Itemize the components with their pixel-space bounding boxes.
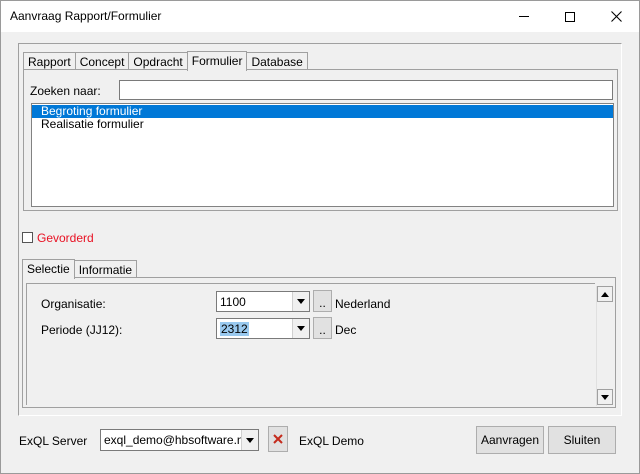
close-icon <box>610 11 622 22</box>
organisatie-combo[interactable]: 1100 <box>216 291 310 312</box>
title-bar: Aanvraag Rapport/Formulier <box>1 1 639 32</box>
chevron-down-icon <box>297 326 305 331</box>
periode-value: 2312 <box>220 322 249 336</box>
advanced-checkbox[interactable] <box>22 232 33 243</box>
vertical-scrollbar[interactable] <box>596 286 613 406</box>
organisatie-browse-button[interactable]: .. <box>313 290 332 312</box>
sub-tab-strip: Selectie Informatie <box>22 258 138 279</box>
main-tab-strip: Rapport Concept Opdracht Formulier Datab… <box>23 50 308 71</box>
tab-rapport[interactable]: Rapport <box>23 52 76 70</box>
maximize-icon <box>565 11 575 22</box>
scroll-down-button[interactable] <box>597 389 613 405</box>
chevron-down-icon <box>601 394 609 400</box>
maximize-button[interactable] <box>547 1 593 32</box>
organisatie-dropdown-button[interactable] <box>292 292 309 311</box>
search-label: Zoeken naar: <box>30 84 101 98</box>
formulier-tab-page: Zoeken naar: Begroting formulier Realisa… <box>23 69 618 211</box>
tab-concept[interactable]: Concept <box>74 52 130 70</box>
minimize-icon <box>519 16 529 17</box>
periode-label: Periode (JJ12): <box>41 323 123 337</box>
periode-combo[interactable]: 2312 <box>216 318 310 339</box>
list-item-realisatie[interactable]: Realisatie formulier <box>32 118 613 131</box>
selectie-tab-page: Organisatie: 1100 .. Nederland Periode (… <box>22 277 616 408</box>
server-dropdown-button[interactable] <box>241 430 258 450</box>
request-button[interactable]: Aanvragen <box>476 426 544 454</box>
server-label: ExQL Server <box>19 434 88 448</box>
tab-informatie[interactable]: Informatie <box>73 260 138 278</box>
tab-opdracht[interactable]: Opdracht <box>128 52 188 70</box>
chevron-down-icon <box>246 437 254 443</box>
server-value: exql_demo@hbsoftware.nl <box>104 433 247 447</box>
periode-description: Dec <box>335 323 357 337</box>
tab-formulier[interactable]: Formulier <box>186 51 248 71</box>
scroll-up-button[interactable] <box>597 286 613 302</box>
minimize-button[interactable] <box>501 1 547 32</box>
organisatie-value: 1100 <box>220 295 246 309</box>
delete-x-icon <box>273 434 283 444</box>
tab-selectie[interactable]: Selectie <box>22 259 75 279</box>
close-window-button[interactable] <box>593 1 639 32</box>
periode-browse-button[interactable]: .. <box>313 317 332 339</box>
periode-dropdown-button[interactable] <box>292 319 309 338</box>
dialog-window: Aanvraag Rapport/Formulier Rapport Conce… <box>0 0 640 474</box>
advanced-label[interactable]: Gevorderd <box>37 231 94 245</box>
close-button[interactable]: Sluiten <box>548 426 616 454</box>
organisatie-label: Organisatie: <box>41 297 106 311</box>
search-input[interactable] <box>119 80 613 100</box>
organisatie-description: Nederland <box>335 297 391 311</box>
server-name: ExQL Demo <box>299 434 364 448</box>
form-listbox[interactable]: Begroting formulier Realisatie formulier <box>31 103 614 207</box>
remove-server-button[interactable] <box>268 426 288 452</box>
chevron-down-icon <box>297 299 305 304</box>
tab-database[interactable]: Database <box>246 52 308 70</box>
selectie-inner-panel <box>26 283 595 405</box>
chevron-up-icon <box>601 291 609 297</box>
window-title: Aanvraag Rapport/Formulier <box>10 9 162 23</box>
server-combo[interactable]: exql_demo@hbsoftware.nl <box>100 429 259 451</box>
